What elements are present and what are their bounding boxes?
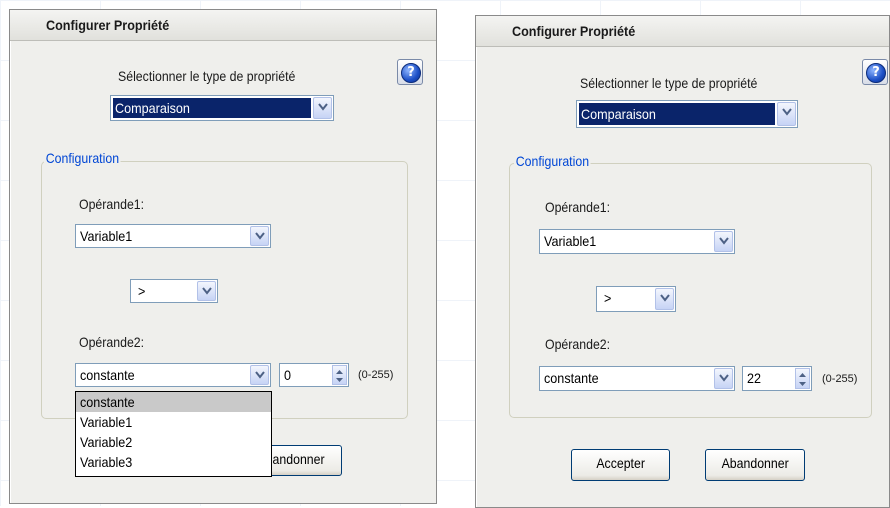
chevron-down-icon [782,108,792,116]
right-help-button[interactable]: ? [862,59,888,85]
left-dialog-title: Configurer Propriété [46,17,170,33]
right-property-type-value: Comparaison [581,106,656,122]
dropdown-option-variable2[interactable]: Variable2 [76,432,271,452]
right-property-type-arrow[interactable] [777,102,796,126]
chevron-down-icon [660,294,670,302]
right-operand1-value: Variable1 [544,233,597,249]
right-range-label: (0-255) [822,373,858,385]
left-constant-spinbox[interactable]: 0 [279,363,349,387]
left-help-button[interactable]: ? [397,59,423,85]
chevron-down-icon [318,103,328,111]
left-operand2-value: constante [80,367,135,383]
left-operand1-arrow[interactable] [250,226,269,246]
cancel-button[interactable]: Abandonner [705,449,805,481]
left-property-type-arrow[interactable] [313,97,332,119]
left-property-type-select[interactable]: Comparaison [110,95,334,121]
accept-button[interactable]: Accepter [571,449,670,481]
chevron-down-icon [719,374,729,382]
left-operand1-select[interactable]: Variable1 [75,224,271,248]
spin-updown-icon[interactable] [795,368,810,389]
right-operand2-select[interactable]: constante [539,366,735,391]
left-operand1-label: Opérande1: [79,196,145,212]
right-property-type-select[interactable]: Comparaison [576,100,798,128]
right-operand1-arrow[interactable] [714,231,733,252]
left-property-type-value: Comparaison [115,100,190,116]
right-operand1-label: Opérande1: [545,199,611,215]
help-icon: ? [866,63,886,83]
right-dialog: Configurer Propriété ? Sélectionner le t… [475,15,890,508]
chevron-down-icon [255,232,265,240]
cancel-label: Abandonner [721,455,789,471]
right-operator-arrow[interactable] [655,288,674,310]
left-range-label: (0-255) [358,369,394,381]
dropdown-option-variable3[interactable]: Variable3 [76,452,271,472]
spin-updown-icon[interactable] [332,365,347,385]
right-operand1-select[interactable]: Variable1 [539,229,735,254]
chevron-down-icon [719,237,729,245]
left-operand2-label: Opérande2: [79,334,145,350]
left-titlebar: Configurer Propriété [10,10,436,41]
chevron-down-icon [255,371,265,379]
help-icon: ? [401,63,421,83]
right-titlebar: Configurer Propriété [476,16,889,47]
left-cancel-label: andonner [272,451,326,467]
left-operand2-select[interactable]: constante [75,363,271,387]
spin-arrows [336,370,343,382]
right-configuration-label: Configuration [514,153,591,169]
right-dialog-title: Configurer Propriété [512,23,636,39]
left-property-type-label: Sélectionner le type de propriété [118,68,296,84]
left-operand2-arrow[interactable] [250,365,269,385]
right-constant-value: 22 [747,370,762,386]
dropdown-option-constante[interactable]: constante [76,392,271,412]
right-operand2-value: constante [544,370,599,386]
left-operand2-dropdown-list[interactable]: constante Variable1 Variable2 Variable3 [75,391,272,477]
right-operand2-label: Opérande2: [545,336,611,352]
right-operand2-arrow[interactable] [714,368,733,389]
chevron-down-icon [202,287,212,295]
right-constant-spinbox[interactable]: 22 [742,366,812,391]
left-operator-value: > [138,283,146,299]
left-dialog: Configurer Propriété ? Sélectionner le t… [9,9,437,504]
right-operator-select[interactable]: > [596,286,676,312]
left-constant-value: 0 [284,367,292,383]
dropdown-option-variable1[interactable]: Variable1 [76,412,271,432]
right-operator-value: > [604,290,612,306]
left-operand1-value: Variable1 [80,228,133,244]
left-configuration-label: Configuration [44,150,121,166]
left-operator-arrow[interactable] [197,281,216,301]
spin-arrows [799,373,806,386]
left-operator-select[interactable]: > [130,279,218,303]
accept-label: Accepter [596,455,645,471]
right-property-type-label: Sélectionner le type de propriété [580,75,758,91]
